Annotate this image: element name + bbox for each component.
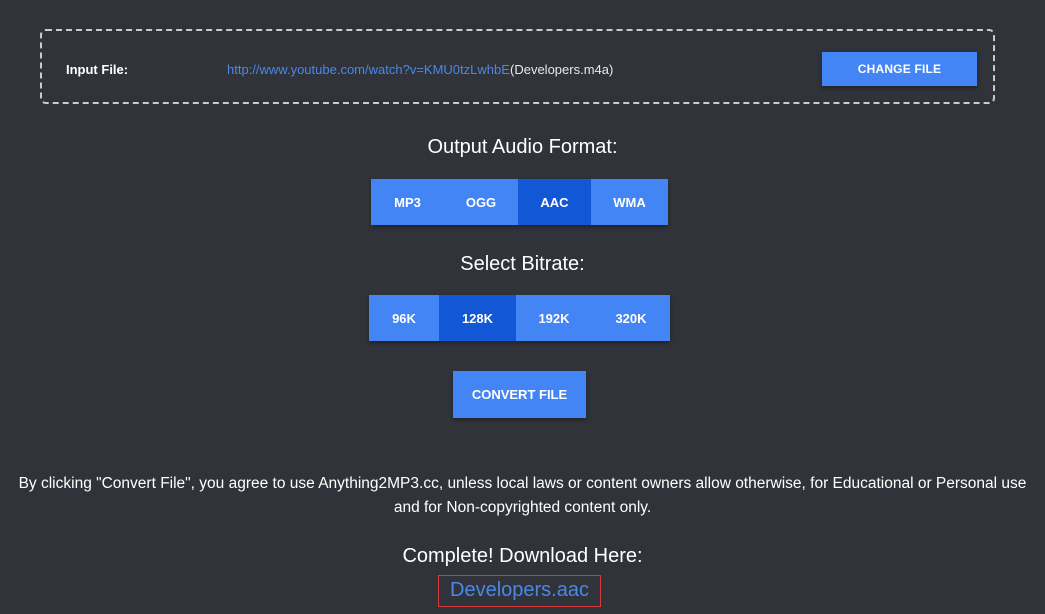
input-file-label: Input File: [66, 62, 129, 77]
output-format-selector: MP3 OGG AAC WMA [371, 179, 668, 225]
bitrate-option-96k[interactable]: 96K [369, 295, 439, 341]
format-option-wma[interactable]: WMA [591, 179, 668, 225]
download-title: Complete! Download Here: [402, 545, 643, 567]
format-option-ogg[interactable]: OGG [444, 179, 518, 225]
format-option-aac[interactable]: AAC [518, 179, 591, 225]
disclaimer-line-1: By clicking "Convert File", you agree to… [18, 475, 1027, 492]
input-file-name: (Developers.m4a) [510, 62, 614, 77]
bitrate-option-128k[interactable]: 128K [439, 295, 516, 341]
input-file-url-link[interactable]: http://www.youtube.com/watch?v=KMU0tzLwh… [227, 62, 510, 77]
converter-page: Input File: http://www.youtube.com/watch… [0, 0, 1045, 614]
output-format-title: Output Audio Format: [427, 136, 618, 158]
change-file-button[interactable]: CHANGE FILE [822, 52, 977, 86]
convert-file-button[interactable]: CONVERT FILE [453, 371, 586, 418]
bitrate-selector: 96K 128K 192K 320K [369, 295, 670, 341]
disclaimer-line-2: and for Non-copyrighted content only. [393, 499, 652, 516]
format-option-mp3[interactable]: MP3 [371, 179, 444, 225]
download-file-link[interactable]: Developers.aac [438, 575, 601, 607]
terms-disclaimer: By clicking "Convert File", you agree to… [0, 472, 1045, 520]
bitrate-option-192k[interactable]: 192K [516, 295, 592, 341]
bitrate-option-320k[interactable]: 320K [592, 295, 670, 341]
input-file-panel: Input File: http://www.youtube.com/watch… [40, 29, 995, 104]
bitrate-title: Select Bitrate: [460, 253, 585, 275]
